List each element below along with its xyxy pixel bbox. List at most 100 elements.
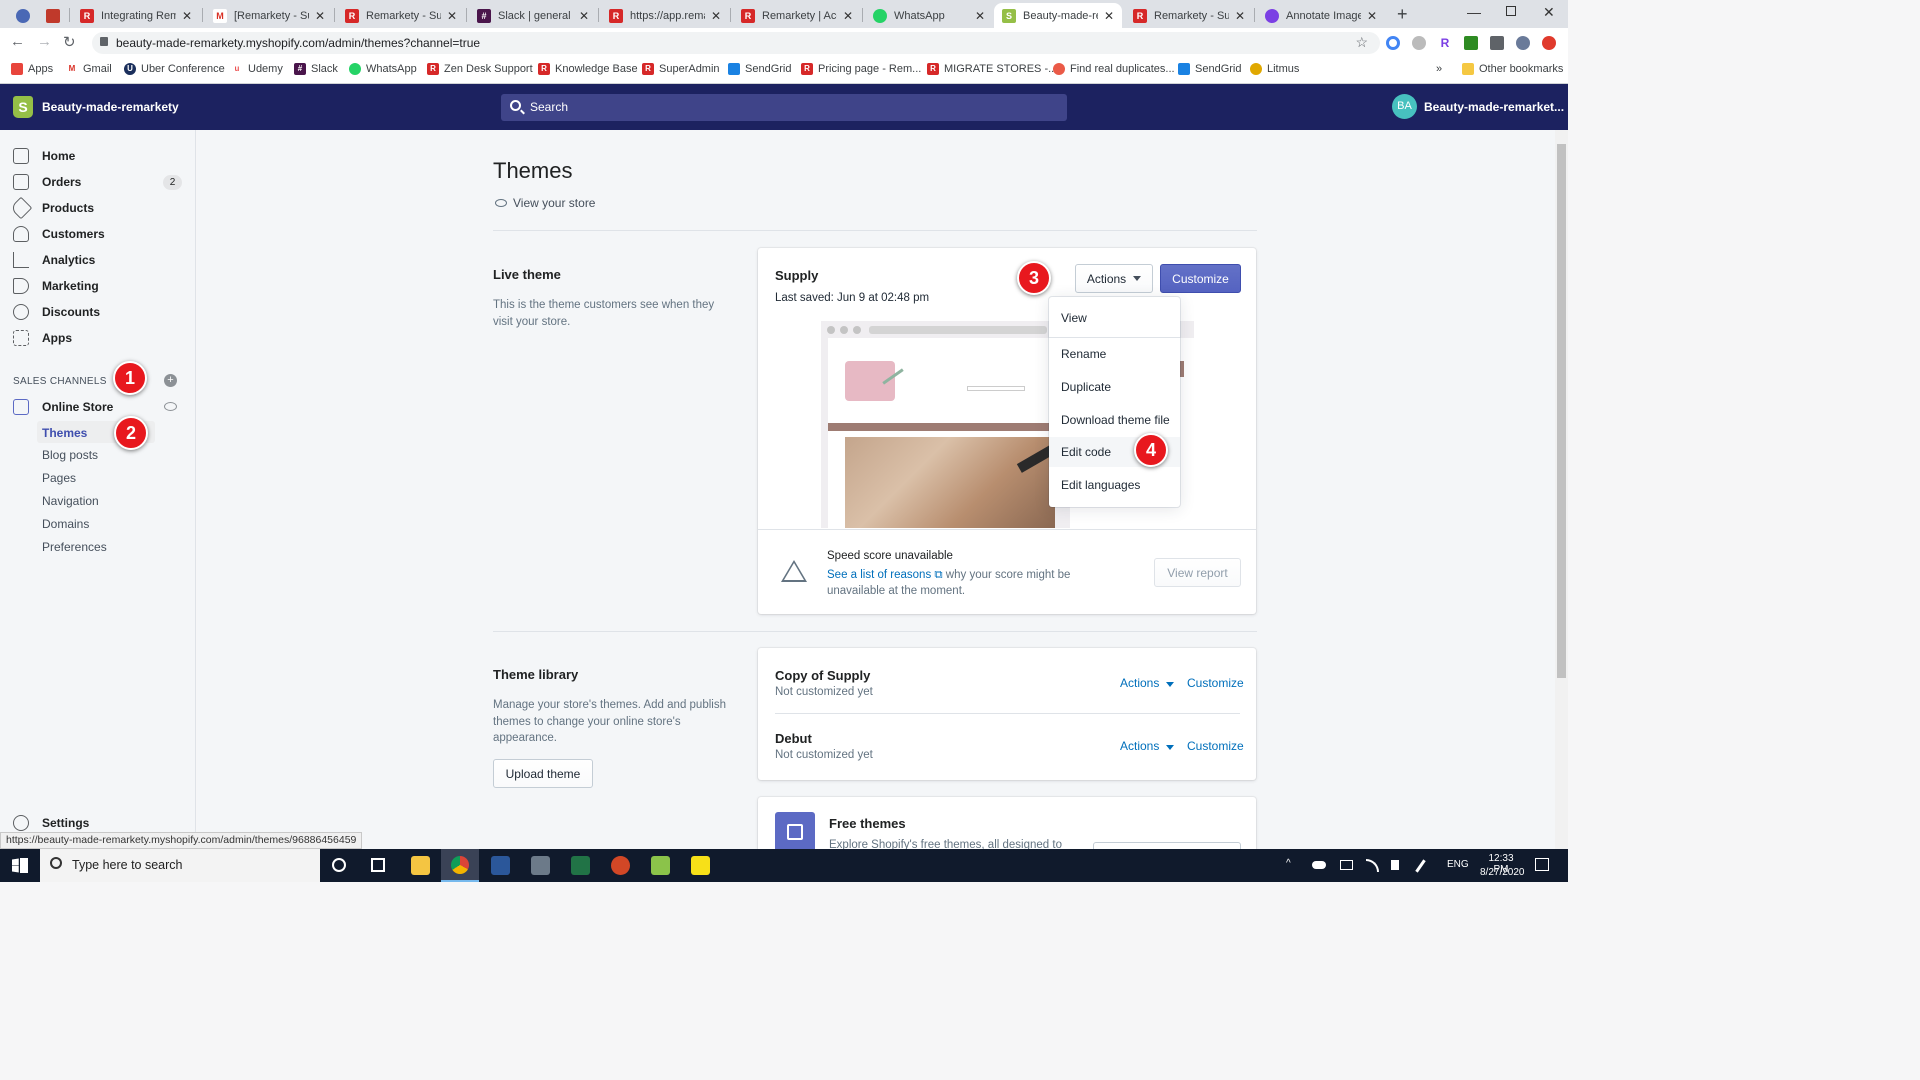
volume-icon[interactable] [1391,860,1399,870]
reload-icon[interactable]: ↻ [63,33,76,51]
bookmark-gmail[interactable]: M Gmail [66,63,112,75]
actions-button[interactable]: Actions [1075,264,1153,293]
browser-tab[interactable]: WhatsApp ✕ [865,3,993,28]
sidebar-subitem-navigation[interactable]: Navigation [42,494,99,508]
browser-tab[interactable]: Annotate Image ✕ [1257,3,1385,28]
word-icon[interactable] [491,856,510,875]
menu-item-rename[interactable]: Rename [1049,339,1180,369]
more-bookmarks-icon[interactable]: » [1436,63,1442,75]
extension-icon[interactable] [1412,36,1426,50]
bookmark-sendgrid[interactable]: SendGrid [728,63,791,75]
view-store-link[interactable]: View your store [495,196,595,210]
bookmark-knowledge-base[interactable]: R Knowledge Base [538,63,638,75]
excel-icon[interactable] [571,856,590,875]
browser-tab[interactable]: R Remarkety - Supp ✕ [337,3,465,28]
view-report-button[interactable]: View report [1154,558,1241,587]
file-explorer-icon[interactable] [411,856,430,875]
theme-actions-link[interactable]: Actions [1120,739,1175,753]
cortana-icon[interactable] [332,858,346,872]
bookmark-superadmin[interactable]: R SuperAdmin [642,63,720,75]
add-sales-channel-icon[interactable]: + [164,374,177,387]
menu-item-download-theme[interactable]: Download theme file [1049,405,1180,435]
puzzle-icon[interactable] [1490,36,1504,50]
close-tab-icon[interactable]: ✕ [1235,9,1245,23]
bookmark-sendgrid[interactable]: SendGrid [1178,63,1241,75]
bookmark-zendesk[interactable]: R Zen Desk Support [427,63,533,75]
avatar[interactable]: BA [1392,94,1417,119]
sidebar-subitem-pages[interactable]: Pages [42,471,76,485]
onedrive-icon[interactable] [1312,861,1326,869]
bookmark-slack[interactable]: # Slack [294,63,338,75]
close-tab-icon[interactable]: ✕ [975,9,985,23]
close-tab-icon[interactable]: ✕ [315,9,325,23]
sidebar-subitem-themes[interactable]: Themes [42,426,87,440]
sidebar-subitem-preferences[interactable]: Preferences [42,540,107,554]
bookmark-find-duplicates[interactable]: Find real duplicates... [1053,63,1175,75]
show-hidden-icons[interactable]: ^ [1286,858,1291,869]
new-tab-button[interactable]: + [1397,4,1408,25]
close-tab-icon[interactable]: ✕ [843,9,853,23]
menu-item-duplicate[interactable]: Duplicate [1049,372,1180,402]
theme-customize-link[interactable]: Customize [1187,676,1244,690]
close-window-icon[interactable]: ✕ [1543,4,1555,21]
sidebar-item-apps[interactable]: Apps [0,325,196,351]
sidebar-subitem-blog-posts[interactable]: Blog posts [42,448,98,462]
close-tab-icon[interactable]: ✕ [711,9,721,23]
search-input[interactable]: Search [501,94,1067,121]
powerpoint-icon[interactable] [611,856,630,875]
calculator-icon[interactable] [531,856,550,875]
remarkety-extension-icon[interactable]: R [1438,36,1452,50]
sidebar-item-customers[interactable]: Customers [0,221,196,247]
browser-tab[interactable]: # Slack | general | Re ✕ [469,3,597,28]
language-indicator[interactable]: ENG [1447,859,1469,870]
upload-theme-button[interactable]: Upload theme [493,759,593,788]
menu-item-edit-languages[interactable]: Edit languages [1049,470,1180,500]
extension-icon[interactable] [1464,36,1478,50]
close-tab-icon[interactable]: ✕ [1367,9,1377,23]
sidebar-item-marketing[interactable]: Marketing [0,273,196,299]
bookmark-whatsapp[interactable]: WhatsApp [349,63,417,75]
close-tab-icon[interactable]: ✕ [1104,9,1114,23]
browser-tab-active[interactable]: S Beauty-made-rem ✕ [994,3,1122,28]
clock-date[interactable]: 8/27/2020 [1480,867,1525,878]
bookmark-litmus[interactable]: Litmus [1250,63,1299,75]
sidebar-item-orders[interactable]: Orders 2 [0,169,196,195]
account-name[interactable]: Beauty-made-remarket... [1424,100,1564,114]
bookmark-apps[interactable]: Apps [11,63,53,75]
sidebar-item-home[interactable]: Home [0,143,196,169]
sidebar-item-analytics[interactable]: Analytics [0,247,196,273]
profile-avatar[interactable] [1516,36,1530,50]
forward-arrow-icon[interactable]: → [37,33,52,50]
bookmark-udemy[interactable]: u Udemy [231,63,283,75]
theme-actions-link[interactable]: Actions [1120,676,1175,690]
theme-customize-link[interactable]: Customize [1187,739,1244,753]
speed-reasons-link[interactable]: See a list of reasons [827,569,931,581]
sidebar-item-discounts[interactable]: Discounts [0,299,196,325]
chrome-extension-icon[interactable] [1386,36,1400,50]
pen-icon[interactable] [1415,859,1426,873]
close-tab-icon[interactable]: ✕ [182,9,192,23]
sticky-notes-icon[interactable] [691,856,710,875]
store-name[interactable]: Beauty-made-remarkety [42,100,179,114]
url-bar[interactable]: beauty-made-remarkety.myshopify.com/admi… [92,32,1380,54]
image-viewer-icon[interactable] [651,856,670,875]
browser-tab[interactable]: M [Remarkety - Supp ✕ [205,3,333,28]
browser-tab[interactable] [38,3,66,28]
customize-button[interactable]: Customize [1160,264,1241,293]
other-bookmarks[interactable]: Other bookmarks [1462,63,1563,75]
battery-icon[interactable] [1340,860,1353,870]
browser-tab[interactable]: R Remarkety - Supp ✕ [1125,3,1253,28]
shopify-logo-icon[interactable]: S [13,96,33,118]
page-scrollbar[interactable] [1555,130,1568,850]
url-text[interactable]: beauty-made-remarkety.myshopify.com/admi… [116,36,480,50]
windows-start-icon[interactable] [20,858,28,873]
notifications-icon[interactable] [1535,858,1549,871]
maximize-window-icon[interactable] [1506,6,1516,16]
taskbar-search-input[interactable]: Type here to search [40,849,320,882]
sidebar-item-products[interactable]: Products [0,195,196,221]
browser-tab[interactable]: R https://app.remark ✕ [601,3,729,28]
view-store-eye-icon[interactable] [164,402,177,411]
menu-item-view[interactable]: View [1049,303,1180,333]
sidebar-subitem-domains[interactable]: Domains [42,517,89,531]
browser-tab[interactable] [8,3,36,28]
